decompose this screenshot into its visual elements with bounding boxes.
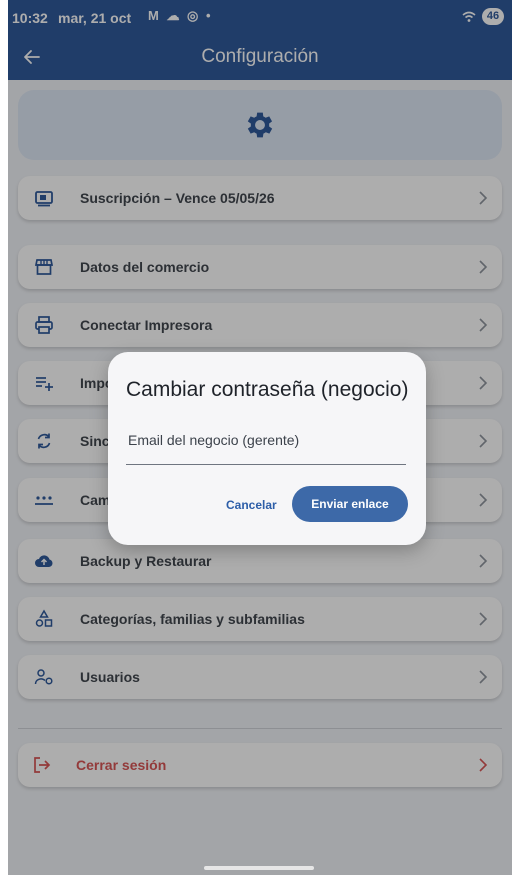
change-password-dialog: Cambiar contraseña (negocio) Email del n… (108, 352, 426, 545)
email-field-placeholder: Email del negocio (gerente) (128, 432, 300, 448)
send-link-button[interactable]: Enviar enlace (292, 486, 408, 522)
dialog-title: Cambiar contraseña (negocio) (126, 378, 409, 401)
cancel-button[interactable]: Cancelar (218, 488, 285, 522)
email-field[interactable]: Email del negocio (gerente) (126, 424, 406, 465)
home-indicator[interactable] (204, 866, 314, 870)
